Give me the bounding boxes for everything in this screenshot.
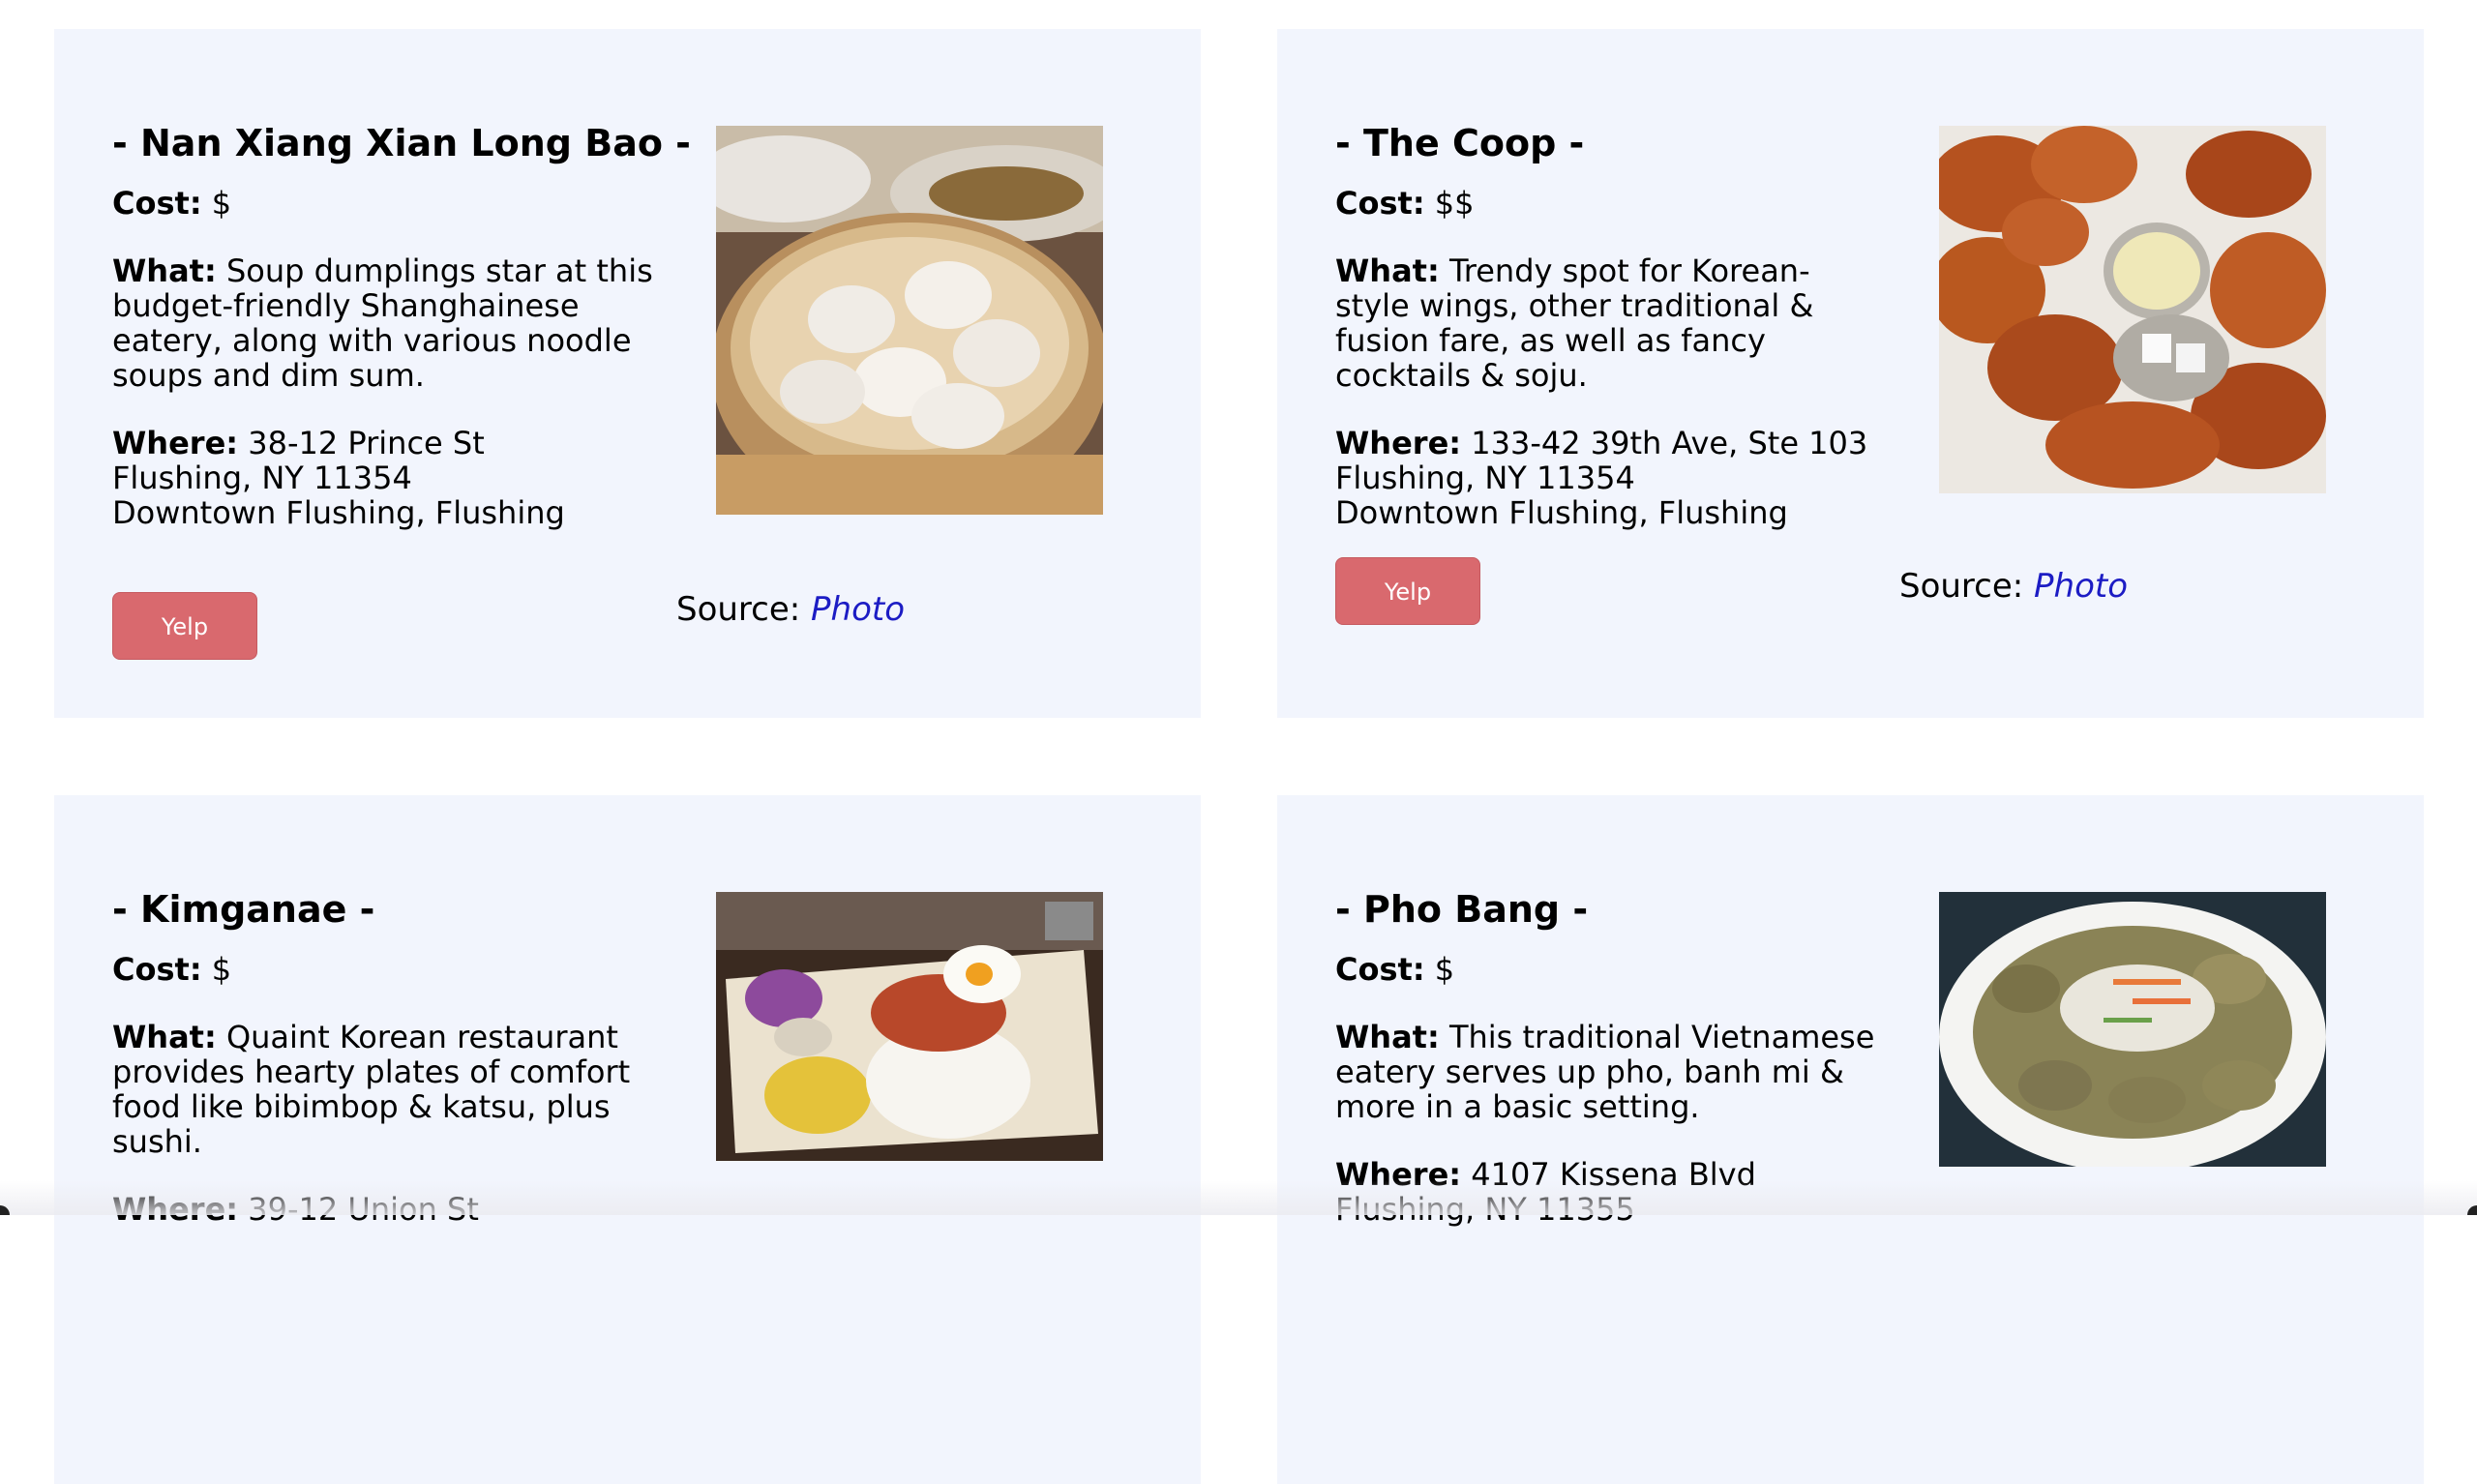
yelp-button[interactable]: Yelp (1335, 557, 1480, 625)
where-line: 133-42 39th Ave, Ste 103 (1471, 425, 1868, 461)
where-line: Flushing, NY 11355 (1335, 1191, 1635, 1228)
where-row: Where: 39-12 Union St (112, 1192, 654, 1227)
restaurant-name: - Kimganae - (112, 888, 375, 931)
window-corner (2467, 1205, 2477, 1215)
cost-row: Cost: $$ (1335, 186, 1877, 221)
what-row: What: Soup dumplings star at this budget… (112, 253, 654, 393)
where-label: Where: (1335, 1156, 1462, 1193)
what-label: What: (112, 1019, 217, 1055)
where-line: 38-12 Prince St (248, 425, 485, 461)
restaurant-info: - Kimganae - Cost: $ What: Quaint Korean… (112, 884, 654, 1260)
restaurant-info: - Nan Xiang Xian Long Bao - Cost: $ What… (112, 118, 691, 563)
where-row: Where: 133-42 39th Ave, Ste 103 Flushing… (1335, 426, 1877, 530)
restaurant-card: - Nan Xiang Xian Long Bao - Cost: $ What… (54, 29, 1201, 718)
window-corner (0, 1205, 10, 1215)
rice-plate-photo (716, 892, 1103, 1161)
cost-row: Cost: $ (1335, 952, 1877, 987)
where-line: Downtown Flushing, Flushing (1335, 494, 1788, 531)
restaurant-card: - Kimganae - Cost: $ What: Quaint Korean… (54, 795, 1201, 1484)
cost-label: Cost: (112, 185, 202, 222)
what-row: What: Quaint Korean restaurant provides … (112, 1020, 654, 1159)
what-label: What: (112, 252, 217, 289)
restaurant-info: - Pho Bang - Cost: $ What: This traditio… (1335, 884, 1877, 1260)
restaurant-name: - Pho Bang - (1335, 888, 1589, 931)
photo-source-link[interactable]: Photo (811, 590, 905, 629)
where-label: Where: (112, 425, 239, 461)
restaurant-name: - Nan Xiang Xian Long Bao - (112, 122, 691, 164)
spring-roll-bowl-photo (1939, 892, 2326, 1167)
cost-value: $$ (1434, 185, 1475, 222)
soup-dumplings-photo (716, 126, 1103, 515)
where-line: Flushing, NY 11354 (112, 460, 412, 496)
where-row: Where: 38-12 Prince St Flushing, NY 1135… (112, 426, 654, 530)
restaurant-card: - Pho Bang - Cost: $ What: This traditio… (1277, 795, 2424, 1484)
what-row: What: This traditional Vietnamese eatery… (1335, 1020, 1877, 1124)
where-line: Flushing, NY 11354 (1335, 460, 1635, 496)
photo-source-link[interactable]: Photo (2034, 567, 2128, 606)
what-row: What: Trendy spot for Korean-style wings… (1335, 253, 1877, 393)
where-label: Where: (112, 1191, 239, 1228)
where-row: Where: 4107 Kissena Blvd Flushing, NY 11… (1335, 1157, 1877, 1227)
cost-value: $ (211, 951, 232, 988)
what-label: What: (1335, 1019, 1440, 1055)
restaurant-name: - The Coop - (1335, 122, 1585, 164)
cost-label: Cost: (1335, 185, 1425, 222)
where-label: Where: (1335, 425, 1462, 461)
cost-label: Cost: (112, 951, 202, 988)
where-line: 4107 Kissena Blvd (1471, 1156, 1756, 1193)
source-label: Source: (676, 590, 801, 629)
what-label: What: (1335, 252, 1440, 289)
restaurant-info: - The Coop - Cost: $$ What: Trendy spot … (1335, 118, 1877, 563)
cost-label: Cost: (1335, 951, 1425, 988)
restaurant-card: - The Coop - Cost: $$ What: Trendy spot … (1277, 29, 2424, 718)
fried-wings-photo (1939, 126, 2326, 493)
where-line: Downtown Flushing, Flushing (112, 494, 565, 531)
photo-source: Source: Photo (1899, 567, 2128, 606)
cost-row: Cost: $ (112, 952, 654, 987)
photo-source: Source: Photo (676, 590, 905, 629)
yelp-button[interactable]: Yelp (112, 592, 257, 660)
source-label: Source: (1899, 567, 2024, 606)
where-line: 39-12 Union St (248, 1191, 479, 1228)
cost-row: Cost: $ (112, 186, 654, 221)
cost-value: $ (1434, 951, 1455, 988)
cost-value: $ (211, 185, 232, 222)
